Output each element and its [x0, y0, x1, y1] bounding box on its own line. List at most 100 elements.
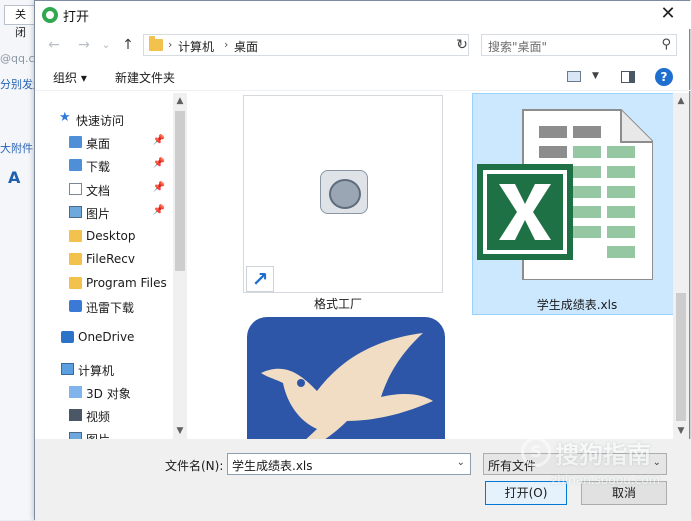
thunder-icon	[69, 300, 82, 312]
nav-item-quick-access[interactable]: ★ 快速访问	[59, 109, 171, 131]
close-icon[interactable]: ✕	[653, 3, 683, 27]
nav-item-computer[interactable]: 计算机	[61, 359, 171, 381]
breadcrumb-desktop[interactable]: 桌面	[234, 38, 258, 55]
filetype-select[interactable]: 所有文件 ⌄	[483, 453, 667, 475]
nav-item-label: 图片	[86, 207, 111, 221]
chevron-down-icon[interactable]: ⌄	[653, 457, 661, 468]
recent-locations-icon[interactable]: ⌄	[97, 35, 115, 55]
pin-icon: 📌	[152, 135, 165, 146]
dialog-titlebar: 打开 ✕	[35, 1, 691, 29]
picture-icon	[69, 206, 82, 218]
preview-pane-icon[interactable]	[621, 71, 635, 83]
computer-icon	[61, 363, 74, 375]
nav-item-label: 文档	[86, 184, 111, 198]
file-view-scrollbar[interactable]: ▲ ▼	[673, 93, 689, 439]
nav-item-onedrive[interactable]: OneDrive	[61, 327, 171, 349]
nav-item-label: 下载	[86, 160, 111, 174]
nav-item-pictures-2[interactable]: 图片	[69, 428, 171, 439]
app-icon	[42, 7, 58, 23]
pin-icon: 📌	[152, 182, 165, 193]
folder-icon	[69, 136, 82, 148]
nav-item-pictures[interactable]: 图片 📌	[69, 202, 171, 224]
file-view: ↗ 格式工厂 学生成绩表.xls	[191, 93, 675, 439]
chevron-down-icon[interactable]: ▼	[592, 71, 599, 81]
breadcrumb-computer[interactable]: 计算机	[178, 38, 214, 55]
folder-icon	[149, 36, 163, 51]
scrollbar-thumb[interactable]	[175, 111, 185, 271]
font-color-icon[interactable]: A	[8, 168, 20, 187]
refresh-icon[interactable]: ↻	[451, 34, 473, 56]
nav-item-filerecv[interactable]: FileRecv	[69, 249, 171, 271]
view-options-icon[interactable]	[567, 71, 581, 82]
nav-item-desktop-folder[interactable]: Desktop	[69, 226, 171, 248]
nav-item-label: 桌面	[86, 137, 111, 151]
download-icon	[69, 159, 82, 171]
nav-item-label: Program Files	[86, 276, 167, 290]
pin-icon: 📌	[152, 158, 165, 169]
nav-item-label: 3D 对象	[86, 387, 131, 401]
nav-item-thunder-downloads[interactable]: 迅雷下载	[69, 296, 171, 318]
nav-item-videos[interactable]: 视频	[69, 405, 171, 427]
document-icon	[69, 183, 82, 195]
breadcrumb-separator-icon: ›	[224, 38, 229, 51]
file-item-format-factory[interactable]: ↗ 格式工厂	[233, 93, 443, 315]
chevron-down-icon[interactable]: ⌄	[457, 457, 465, 468]
nav-item-label: OneDrive	[78, 330, 135, 344]
format-factory-icon	[320, 170, 368, 214]
nav-item-label: Desktop	[86, 229, 136, 243]
nav-item-program-files[interactable]: Program Files	[69, 273, 171, 295]
search-input[interactable]: 搜索"桌面" ⚲	[481, 34, 677, 56]
thunder-bird-icon	[261, 333, 433, 439]
background-close-button[interactable]: 关闭	[4, 5, 36, 39]
nav-item-label: FileRecv	[86, 252, 135, 266]
file-item-student-grades[interactable]: 学生成绩表.xls	[472, 93, 675, 315]
cube-icon	[69, 386, 82, 398]
file-item-thunder[interactable]	[247, 317, 445, 439]
scroll-up-icon[interactable]: ▲	[173, 93, 187, 109]
forward-arrow-icon[interactable]: →	[75, 35, 93, 55]
organize-menu[interactable]: 组织 ▾	[53, 69, 87, 86]
search-icon[interactable]: ⚲	[661, 37, 671, 52]
scroll-down-icon[interactable]: ▼	[673, 423, 689, 439]
file-thumbnail: ↗	[243, 95, 443, 293]
nav-item-label: 计算机	[78, 364, 115, 378]
navpane-scrollbar[interactable]: ▲ ▼	[173, 93, 187, 439]
filename-input[interactable]: 学生成绩表.xls ⌄	[227, 453, 471, 475]
nav-item-label: 视频	[86, 410, 111, 424]
nav-item-3d-objects[interactable]: 3D 对象	[69, 382, 171, 404]
nav-item-label: 快速访问	[76, 114, 125, 128]
filename-value: 学生成绩表.xls	[232, 459, 313, 473]
navigation-pane: ★ 快速访问 桌面 📌 下载 📌 文档 📌 图片 📌 Desktop FileR…	[35, 93, 187, 439]
address-bar[interactable]: › 计算机 › 桌面 ⌄	[143, 34, 469, 56]
nav-item-label: 图片	[86, 431, 110, 439]
dialog-title: 打开	[63, 10, 90, 25]
excel-icon	[477, 109, 653, 280]
scroll-up-icon[interactable]: ▲	[673, 93, 689, 109]
nav-item-documents[interactable]: 文档 📌	[69, 179, 171, 201]
navigation-bar: ← → ⌄ ↑ › 计算机 › 桌面 ⌄ ↻ 搜索"桌面" ⚲	[35, 31, 691, 59]
folder-icon	[69, 230, 82, 242]
dialog-footer: 文件名(N): 学生成绩表.xls ⌄ 所有文件 ⌄ 打开(O) 取消	[35, 439, 691, 521]
filetype-value: 所有文件	[488, 459, 537, 473]
help-icon[interactable]: ?	[655, 68, 673, 86]
breadcrumb-separator-icon: ›	[168, 38, 173, 51]
scroll-down-icon[interactable]: ▼	[173, 423, 187, 439]
command-toolbar: 组织 ▾ 新建文件夹 ▼ ?	[35, 63, 691, 91]
cancel-button[interactable]: 取消	[581, 481, 667, 505]
up-arrow-icon[interactable]: ↑	[119, 35, 137, 55]
new-folder-button[interactable]: 新建文件夹	[115, 69, 175, 86]
back-arrow-icon[interactable]: ←	[45, 35, 63, 55]
search-placeholder: 搜索"桌面"	[488, 40, 548, 54]
pin-icon: 📌	[152, 205, 165, 216]
file-name: 学生成绩表.xls	[536, 298, 618, 312]
nav-item-label: 迅雷下载	[86, 301, 135, 315]
open-file-dialog: 打开 ✕ ← → ⌄ ↑ › 计算机 › 桌面 ⌄ ↻ 搜索"桌面" ⚲ 组织 …	[34, 0, 691, 521]
filename-label: 文件名(N):	[165, 459, 224, 473]
nav-item-desktop[interactable]: 桌面 📌	[69, 132, 171, 154]
file-name: 格式工厂	[313, 297, 362, 311]
picture-icon	[69, 432, 82, 439]
cloud-icon	[61, 331, 74, 343]
scrollbar-thumb[interactable]	[676, 293, 686, 421]
nav-item-downloads[interactable]: 下载 📌	[69, 155, 171, 177]
open-button[interactable]: 打开(O)	[485, 481, 567, 505]
